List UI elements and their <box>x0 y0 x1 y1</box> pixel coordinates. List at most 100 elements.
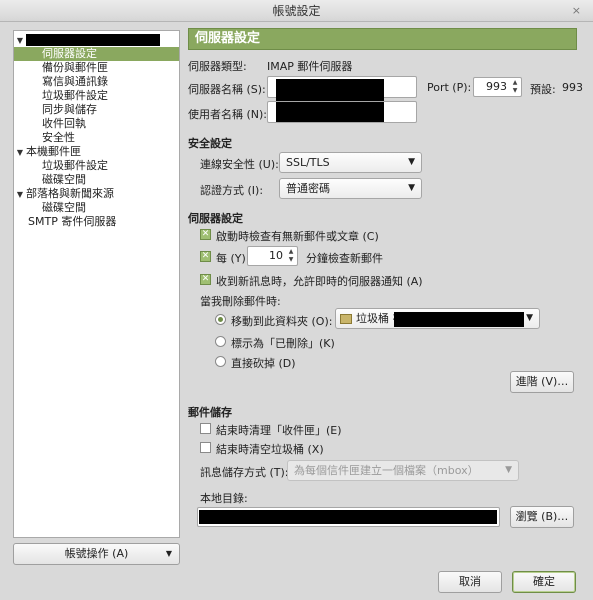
sidebar-item-label: 垃圾郵件設定 <box>42 159 108 172</box>
chevron-down-icon: ▼ <box>408 183 415 193</box>
auth-method-select[interactable]: 普通密碼 ▼ <box>279 178 422 199</box>
tree-account-root[interactable]: ▼ <box>14 33 179 47</box>
redacted-account-name <box>26 34 160 46</box>
expand-triangle-icon[interactable]: ▼ <box>14 146 26 160</box>
empty-trash-label: 結束時清空垃圾桶 (X) <box>216 443 324 456</box>
chevron-down-icon: ▼ <box>165 549 172 558</box>
sidebar-item-copies-folders[interactable]: 備份與郵件匣 <box>14 61 179 75</box>
settings-panel: 伺服器設定 伺服器類型: IMAP 郵件伺服器 伺服器名稱 (S): Port … <box>185 22 593 600</box>
check-interval-value: 10 <box>269 249 283 262</box>
server-settings-heading: 伺服器設定 <box>188 212 243 225</box>
redacted-username <box>276 102 384 122</box>
sidebar-item-composition[interactable]: 寫信與通訊錄 <box>14 75 179 89</box>
page-title: 伺服器設定 <box>188 28 577 50</box>
sidebar-item-sync-storage[interactable]: 同步與儲存 <box>14 103 179 117</box>
default-port-label: 預設: <box>530 83 556 96</box>
folder-icon <box>340 314 352 324</box>
stepper-arrows-icon[interactable]: ▲ ▼ <box>510 79 520 95</box>
push-notify-checkbox[interactable]: ✕ <box>200 274 211 285</box>
server-name-label: 伺服器名稱 (S): <box>188 83 266 96</box>
port-label: Port (P): <box>427 81 472 94</box>
chevron-down-icon: ▼ <box>408 157 415 167</box>
server-name-input[interactable] <box>267 76 417 113</box>
sidebar-item-label: 垃圾郵件設定 <box>42 89 108 102</box>
security-heading: 安全設定 <box>188 137 232 150</box>
local-dir-input[interactable] <box>197 507 500 527</box>
sidebar-item-label: 安全性 <box>42 131 75 144</box>
mark-deleted-label: 標示為「已刪除」(K) <box>231 337 335 350</box>
storage-heading: 郵件儲存 <box>188 406 232 419</box>
sidebar-item-feeds-disk[interactable]: 磁碟空間 <box>14 201 179 215</box>
close-icon[interactable]: × <box>572 0 581 22</box>
expand-triangle-icon[interactable]: ▼ <box>14 188 26 202</box>
sidebar-item-local-junk[interactable]: 垃圾郵件設定 <box>14 159 179 173</box>
browse-button[interactable]: 瀏覽 (B)… <box>510 506 574 528</box>
window-title: 帳號設定 <box>272 4 321 18</box>
delete-now-radio[interactable] <box>215 356 226 367</box>
check-interval-stepper[interactable]: 10 ▲ ▼ <box>247 246 298 266</box>
delete-now-label: 直接砍掉 (D) <box>231 357 296 370</box>
chevron-down-icon: ▼ <box>505 465 512 475</box>
mark-deleted-radio[interactable] <box>215 336 226 347</box>
port-stepper[interactable]: 993 ▲ ▼ <box>473 77 522 97</box>
sidebar-item-security[interactable]: 安全性 <box>14 131 179 145</box>
check-every-label: 每 (Y) <box>216 252 246 265</box>
push-notify-label: 收到新訊息時，允許即時的伺服器通知 (A) <box>216 275 423 288</box>
sidebar-item-receipts[interactable]: 收件回執 <box>14 117 179 131</box>
sidebar-item-local-disk[interactable]: 磁碟空間 <box>14 173 179 187</box>
redacted-local-path <box>199 510 497 524</box>
move-to-folder-radio[interactable] <box>215 314 226 325</box>
trash-folder-select[interactable]: 垃圾桶 在 ▼ <box>335 308 540 329</box>
redacted-folder-account <box>394 312 524 327</box>
ok-button[interactable]: 確定 <box>512 571 576 593</box>
clean-inbox-checkbox[interactable] <box>200 423 211 434</box>
sidebar-item-label: 本機郵件匣 <box>26 145 81 158</box>
conn-security-select[interactable]: SSL/TLS ▼ <box>279 152 422 173</box>
tree-local-folders[interactable]: ▼ 本機郵件匣 <box>14 145 179 159</box>
username-label: 使用者名稱 (N): <box>188 108 268 121</box>
sidebar-item-label: 磁碟空間 <box>42 201 86 214</box>
sidebar-item-label: 磁碟空間 <box>42 173 86 186</box>
sidebar-item-label: 部落格與新聞來源 <box>26 187 114 200</box>
sidebar-item-label: 備份與郵件匣 <box>42 61 108 74</box>
store-type-value: 為每個信件匣建立一個檔案（mbox） <box>294 464 479 477</box>
auth-method-value: 普通密碼 <box>286 182 330 195</box>
check-startup-label: 啟動時檢查有無新郵件或文章 (C) <box>216 230 379 243</box>
stepper-arrows-icon[interactable]: ▲ ▼ <box>286 248 296 264</box>
server-type-value: IMAP 郵件伺服器 <box>267 60 353 73</box>
local-dir-label: 本地目錄: <box>200 492 248 505</box>
empty-trash-checkbox[interactable] <box>200 442 211 453</box>
default-port-value: 993 <box>562 81 583 94</box>
chevron-down-icon: ▼ <box>526 313 533 323</box>
sidebar-item-smtp[interactable]: SMTP 寄件伺服器 <box>14 215 179 229</box>
sidebar-item-junk-settings[interactable]: 垃圾郵件設定 <box>14 89 179 103</box>
store-type-label: 訊息儲存方式 (T): <box>200 466 289 479</box>
server-type-label: 伺服器類型: <box>188 60 247 73</box>
check-every-checkbox[interactable]: ✕ <box>200 251 211 262</box>
sidebar-item-label: 寫信與通訊錄 <box>42 75 108 88</box>
on-delete-label: 當我刪除郵件時: <box>200 295 281 308</box>
sidebar-item-label: 收件回執 <box>42 117 86 130</box>
sidebar-item-server-settings[interactable]: 伺服器設定 <box>14 47 179 61</box>
port-value: 993 <box>486 80 507 93</box>
advanced-button[interactable]: 進階 (V)… <box>510 371 574 393</box>
conn-security-value: SSL/TLS <box>286 156 330 169</box>
expand-triangle-icon[interactable]: ▼ <box>14 34 26 48</box>
account-actions-button[interactable]: 帳號操作 (A) ▼ <box>13 543 180 565</box>
tree-blogs-feeds[interactable]: ▼ 部落格與新聞來源 <box>14 187 179 201</box>
account-actions-label: 帳號操作 (A) <box>64 547 129 560</box>
check-interval-suffix: 分鐘檢查新郵件 <box>306 252 383 265</box>
conn-security-label: 連線安全性 (U): <box>200 158 279 171</box>
account-tree[interactable]: ▼ 伺服器設定 備份與郵件匣 寫信與通訊錄 垃圾郵件設定 同步與儲存 收件回執 … <box>13 30 180 538</box>
sidebar-item-label: 伺服器設定 <box>42 47 97 60</box>
auth-method-label: 認證方式 (I): <box>200 184 264 197</box>
store-type-select[interactable]: 為每個信件匣建立一個檔案（mbox） ▼ <box>287 460 519 481</box>
cancel-button[interactable]: 取消 <box>438 571 502 593</box>
move-to-folder-label: 移動到此資料夾 (O): <box>231 315 333 328</box>
sidebar-item-label: SMTP 寄件伺服器 <box>28 215 117 228</box>
sidebar-item-label: 同步與儲存 <box>42 103 97 116</box>
check-startup-checkbox[interactable]: ✕ <box>200 229 211 240</box>
window-titlebar: 帳號設定 × <box>0 0 593 22</box>
clean-inbox-label: 結束時清理「收件匣」(E) <box>216 424 342 437</box>
username-input[interactable] <box>267 101 417 123</box>
